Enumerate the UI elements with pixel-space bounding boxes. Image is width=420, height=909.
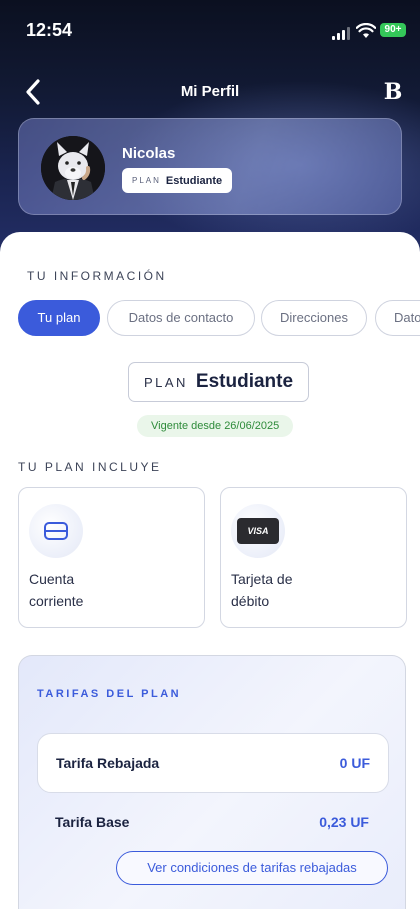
tarifas-title: TARIFAS DEL PLAN [37, 688, 182, 700]
profile-name: Nicolas [122, 145, 176, 162]
plan-badge-label: PLAN [143, 374, 188, 390]
rate-value: 0,23 UF [319, 814, 369, 830]
info-tabs: Tu plan Datos de contacto Direcciones Da… [18, 300, 420, 336]
tab-datos-de-contacto[interactable]: Datos de contacto [107, 300, 255, 336]
battery-icon: 90+ [380, 23, 406, 37]
benefit-label: Tarjeta de débito [231, 568, 391, 612]
tab-tu-plan[interactable]: Tu plan [18, 300, 100, 336]
plan-chip-label: PLAN [132, 176, 161, 185]
ver-condiciones-button[interactable]: Ver condiciones de tarifas rebajadas [116, 851, 388, 885]
visa-card-text: VISA [237, 518, 279, 544]
status-bar: 12:54 90+ [0, 18, 420, 46]
plan-badge: PLAN Estudiante [128, 362, 309, 402]
card-outline-icon [29, 504, 83, 558]
vigente-badge: Vigente desde 26/06/2025 [137, 415, 294, 437]
visa-card-icon: VISA [231, 504, 285, 558]
nav-bar: Mi Perfil B [0, 75, 420, 109]
benefit-label: Cuenta corriente [29, 568, 189, 612]
plan-chip-value: Estudiante [165, 174, 223, 187]
section-title-includes: TU PLAN INCLUYE [18, 460, 162, 474]
section-title-info: TU INFORMACIÓN [27, 269, 167, 283]
signal-icon [332, 26, 352, 40]
rate-name: Tarifa Rebajada [56, 755, 160, 771]
benefit-card-cuenta[interactable]: Cuenta corriente [18, 487, 205, 628]
brand-logo[interactable]: B [382, 79, 404, 105]
benefit-label-line1: Cuenta [29, 571, 75, 587]
rate-row-rebajada: Tarifa Rebajada 0 UF [37, 733, 389, 793]
plan-chip: PLAN Estudiante [122, 168, 233, 193]
benefit-label-line2: corriente [29, 593, 84, 609]
benefit-label-line2: débito [231, 593, 270, 609]
avatar[interactable] [41, 136, 105, 200]
tab-datos-partial[interactable]: Dato [375, 300, 420, 336]
benefit-label-line1: Tarjeta de [231, 571, 293, 587]
status-time: 12:54 [26, 20, 73, 40]
rate-name: Tarifa Base [55, 814, 130, 830]
benefit-card-tarjeta[interactable]: VISA Tarjeta de débito [220, 487, 407, 628]
page-title: Mi Perfil [180, 83, 240, 100]
profile-header: 12:54 90+ Mi Perfil B Nicolas PLAN Estud… [0, 0, 420, 270]
wifi-icon [356, 23, 376, 38]
tab-direcciones[interactable]: Direcciones [261, 300, 367, 336]
avatar-wolf-icon [41, 136, 105, 200]
content-sheet: TU INFORMACIÓN Tu plan Datos de contacto… [0, 232, 420, 909]
rate-value: 0 UF [339, 755, 370, 771]
plan-badge-value: Estudiante [195, 371, 294, 392]
profile-card: Nicolas PLAN Estudiante [18, 118, 402, 215]
tarifas-panel: TARIFAS DEL PLAN Tarifa Rebajada 0 UF Ta… [18, 655, 406, 909]
